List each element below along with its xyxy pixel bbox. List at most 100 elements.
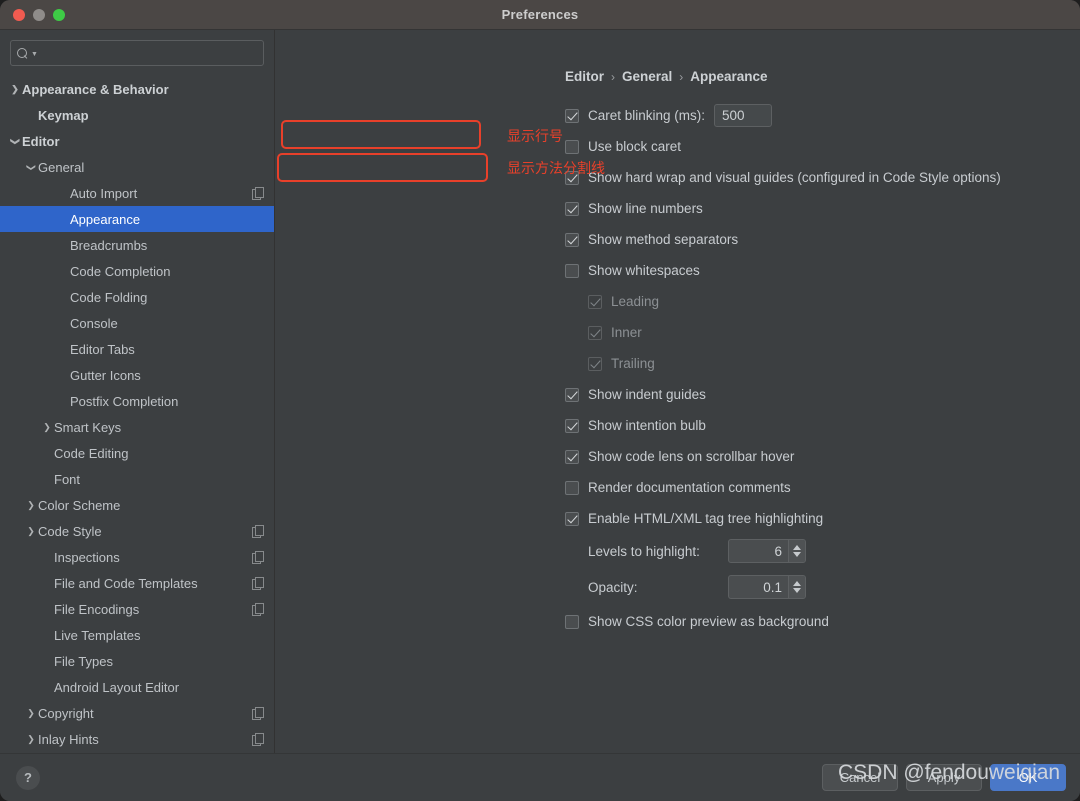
sidebar-item-live-templates[interactable]: Live Templates xyxy=(0,622,274,648)
checkbox-show-indent-guides[interactable] xyxy=(565,387,579,402)
sidebar-item-auto-import[interactable]: Auto Import xyxy=(0,180,274,206)
sidebar-item-keymap[interactable]: Keymap xyxy=(0,102,274,128)
checkbox-leading xyxy=(588,294,602,309)
annotation-box-show-line-numbers xyxy=(281,120,481,149)
sidebar-item-label: Font xyxy=(54,471,81,487)
option-row-show-indent-guides: Show indent guides xyxy=(565,383,1064,406)
css-color-preview-checkbox[interactable] xyxy=(565,614,579,629)
help-button[interactable]: ? xyxy=(16,765,40,790)
copy-settings-icon[interactable] xyxy=(252,187,264,200)
copy-settings-icon[interactable] xyxy=(252,551,264,564)
search-box[interactable]: ▼ xyxy=(10,40,264,66)
ok-button[interactable]: OK xyxy=(990,764,1066,791)
caret-blinking-checkbox[interactable] xyxy=(565,108,579,123)
option-row-show-whitespaces: Show whitespaces xyxy=(565,259,1064,282)
copy-settings-icon[interactable] xyxy=(252,525,264,538)
chevron-down-icon[interactable]: ❯ xyxy=(11,134,21,148)
sidebar-item-editor-tabs[interactable]: Editor Tabs xyxy=(0,336,274,362)
annotation-text-show-method-separators: 显示方法分割线 xyxy=(507,161,605,177)
sidebar-item-breadcrumbs[interactable]: Breadcrumbs xyxy=(0,232,274,258)
cancel-button[interactable]: Cancel xyxy=(822,764,898,791)
copy-settings-icon[interactable] xyxy=(252,603,264,616)
sidebar-item-smart-keys[interactable]: ❯ Smart Keys xyxy=(0,414,274,440)
sidebar-item-file-and-code-templates[interactable]: File and Code Templates xyxy=(0,570,274,596)
chevron-right-icon[interactable]: ❯ xyxy=(24,500,38,510)
spinner-levels-to-highlight[interactable]: 6 xyxy=(728,539,806,563)
sidebar-item-postfix-completion[interactable]: Postfix Completion xyxy=(0,388,274,414)
option-row-show-hard-wrap-and-visual-guides-configured-in-c: Show hard wrap and visual guides (config… xyxy=(565,166,1064,189)
sidebar-item-code-style[interactable]: ❯ Code Style xyxy=(0,518,274,544)
caret-blinking-input[interactable]: 500 xyxy=(714,104,773,127)
chevron-right-icon[interactable]: ❯ xyxy=(8,84,22,94)
arrow-down-icon[interactable] xyxy=(793,552,801,557)
search-container: ▼ xyxy=(0,30,274,74)
arrow-up-icon[interactable] xyxy=(793,581,801,586)
breadcrumb-item-appearance[interactable]: Appearance xyxy=(690,69,767,84)
copy-settings-icon[interactable] xyxy=(252,707,264,720)
sidebar-item-file-encodings[interactable]: File Encodings xyxy=(0,596,274,622)
spinner-arrows-levels-to-highlight[interactable] xyxy=(788,540,805,562)
copy-settings-icon[interactable] xyxy=(252,577,264,590)
checkbox-rows: Use block caret Show hard wrap and visual… xyxy=(565,135,1064,530)
chevron-right-icon[interactable]: ❯ xyxy=(24,526,38,536)
breadcrumb-item-general[interactable]: General xyxy=(622,69,672,84)
breadcrumb-item-editor[interactable]: Editor xyxy=(565,69,604,84)
sidebar-item-appearance[interactable]: Appearance xyxy=(0,206,274,232)
sidebar-item-inspections[interactable]: Inspections xyxy=(0,544,274,570)
sidebar-item-code-completion[interactable]: Code Completion xyxy=(0,258,274,284)
sidebar-item-label: General xyxy=(38,159,85,175)
spinner-opacity[interactable]: 0.1 xyxy=(728,575,806,599)
sidebar-item-label: Breadcrumbs xyxy=(70,237,148,253)
sidebar-item-label: Appearance xyxy=(70,211,141,227)
window-title: Preferences xyxy=(501,7,579,22)
sidebar-item-label: Gutter Icons xyxy=(70,367,141,383)
sidebar-item-code-editing[interactable]: Code Editing xyxy=(0,440,274,466)
sidebar-item-copyright[interactable]: ❯ Copyright xyxy=(0,700,274,726)
arrow-down-icon[interactable] xyxy=(793,588,801,593)
checkbox-show-intention-bulb[interactable] xyxy=(565,418,579,433)
breadcrumb-separator-icon: › xyxy=(679,69,684,84)
settings-tree[interactable]: ❯ Appearance & Behavior Keymap ❯ Editor ❯ Gene… xyxy=(0,74,274,753)
sidebar-item-android-layout-editor[interactable]: Android Layout Editor xyxy=(0,674,274,700)
sidebar-item-editor[interactable]: ❯ Editor xyxy=(0,128,274,154)
apply-button[interactable]: Apply xyxy=(906,764,982,791)
checkbox-show-code-lens-on-scrollbar-hover[interactable] xyxy=(565,449,579,464)
chevron-right-icon[interactable]: ❯ xyxy=(40,422,54,432)
sidebar-item-gutter-icons[interactable]: Gutter Icons xyxy=(0,362,274,388)
sidebar-item-code-folding[interactable]: Code Folding xyxy=(0,284,274,310)
checkbox-enable-html-xml-tag-tree-highlighting[interactable] xyxy=(565,511,579,526)
sidebar-item-label: Code Completion xyxy=(70,263,171,279)
checkbox-use-block-caret[interactable] xyxy=(565,139,579,154)
spinner-row-opacity: Opacity: 0.1 xyxy=(588,574,1064,600)
dialog-footer: ? Cancel Apply OK xyxy=(0,753,1080,801)
checkbox-show-line-numbers[interactable] xyxy=(565,201,579,216)
sidebar-item-console[interactable]: Console xyxy=(0,310,274,336)
spinner-value-opacity[interactable]: 0.1 xyxy=(729,576,788,598)
checkbox-show-method-separators[interactable] xyxy=(565,232,579,247)
search-input[interactable] xyxy=(40,46,257,60)
arrow-up-icon[interactable] xyxy=(793,545,801,550)
sidebar-item-inlay-hints[interactable]: ❯ Inlay Hints xyxy=(0,726,274,752)
sidebar-item-general[interactable]: ❯ General xyxy=(0,154,274,180)
spinner-value-levels-to-highlight[interactable]: 6 xyxy=(729,540,788,562)
sidebar-item-file-types[interactable]: File Types xyxy=(0,648,274,674)
checkbox-render-documentation-comments[interactable] xyxy=(565,480,579,495)
option-row-enable-html-xml-tag-tree-highlighting: Enable HTML/XML tag tree highlighting xyxy=(565,507,1064,530)
sidebar-item-label: Copyright xyxy=(38,705,94,721)
checkbox-show-whitespaces[interactable] xyxy=(565,263,579,278)
sidebar-item-color-scheme[interactable]: ❯ Color Scheme xyxy=(0,492,274,518)
window-titlebar: Preferences xyxy=(0,0,1080,30)
chevron-down-icon[interactable]: ❯ xyxy=(27,160,37,174)
spinner-label-levels-to-highlight: Levels to highlight: xyxy=(588,543,700,559)
sidebar-item-label: Color Scheme xyxy=(38,497,121,513)
checkbox-label-use-block-caret: Use block caret xyxy=(588,139,682,154)
chevron-down-icon[interactable]: ▼ xyxy=(31,51,38,58)
sidebar-item-appearance-behavior[interactable]: ❯ Appearance & Behavior xyxy=(0,76,274,102)
copy-settings-icon[interactable] xyxy=(252,733,264,746)
spinner-arrows-opacity[interactable] xyxy=(788,576,805,598)
sidebar-item-font[interactable]: Font xyxy=(0,466,274,492)
spinner-label-opacity: Opacity: xyxy=(588,579,638,595)
chevron-right-icon[interactable]: ❯ xyxy=(24,708,38,718)
chevron-right-icon[interactable]: ❯ xyxy=(24,734,38,744)
option-row-show-intention-bulb: Show intention bulb xyxy=(565,414,1064,437)
